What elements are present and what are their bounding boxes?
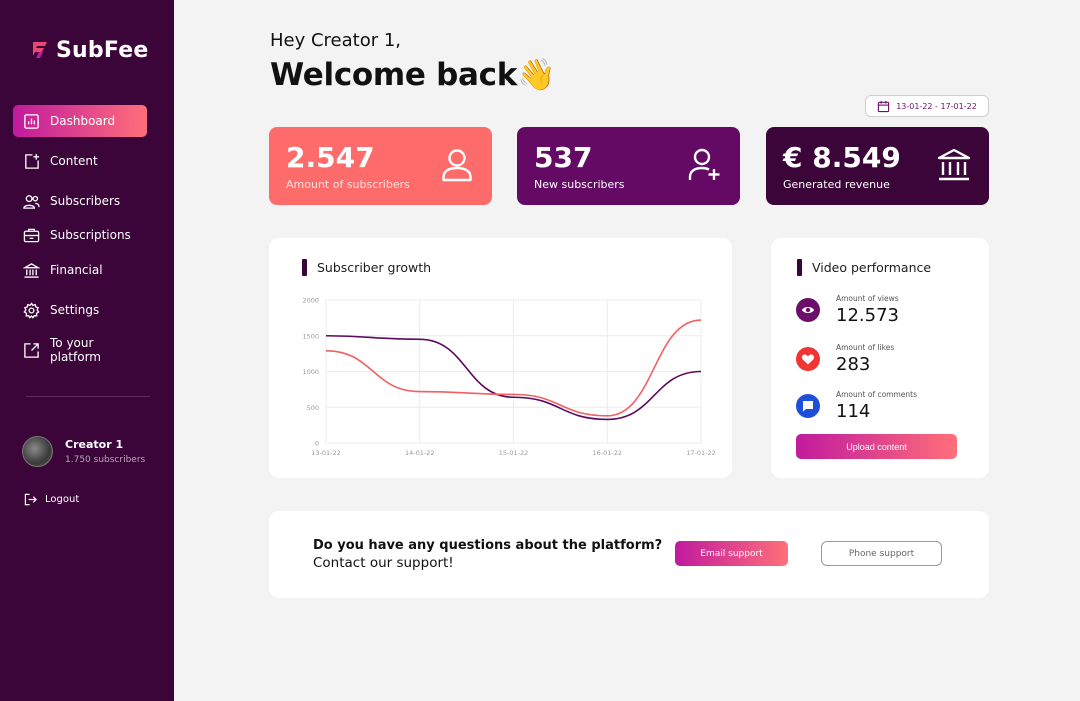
sidebar-item-subscriptions[interactable]: Subscriptions bbox=[13, 219, 147, 251]
sidebar: SubFee Dashboard Content Subscribers Sub… bbox=[0, 0, 174, 701]
greeting: Hey Creator 1, bbox=[270, 30, 402, 51]
date-range-label: 13-01-22 - 17-01-22 bbox=[896, 101, 977, 111]
y-tick-label: 500 bbox=[307, 404, 319, 412]
perf-value: 283 bbox=[836, 354, 871, 375]
upload-content-button[interactable]: Upload content bbox=[796, 434, 957, 459]
stat-value: 537 bbox=[534, 141, 593, 174]
sidebar-item-platform[interactable]: To your platform bbox=[13, 334, 147, 366]
sidebar-divider bbox=[26, 396, 150, 397]
profile-subscribers: 1.750 subscribers bbox=[65, 455, 146, 465]
stat-card-subscribers: 2.547 Amount of subscribers bbox=[269, 127, 492, 205]
title-accent-bar bbox=[797, 259, 802, 276]
logout-button[interactable]: Logout bbox=[24, 493, 79, 506]
support-card: Do you have any questions about the plat… bbox=[269, 511, 989, 598]
avatar bbox=[22, 436, 53, 467]
x-tick-label: 16-01-22 bbox=[592, 449, 622, 457]
sidebar-item-label: Subscriptions bbox=[50, 228, 131, 242]
sidebar-item-content[interactable]: Content bbox=[13, 145, 147, 177]
perf-label: Amount of comments bbox=[836, 390, 918, 399]
support-question: Do you have any questions about the plat… bbox=[313, 538, 663, 553]
sidebar-item-label: Financial bbox=[50, 263, 103, 277]
user-plus-icon bbox=[688, 148, 720, 180]
sidebar-item-financial[interactable]: Financial bbox=[13, 254, 147, 286]
sidebar-item-subscribers[interactable]: Subscribers bbox=[13, 185, 147, 217]
perf-label: Amount of likes bbox=[836, 343, 895, 352]
briefcase-icon bbox=[23, 228, 40, 242]
logo[interactable]: SubFee bbox=[30, 38, 148, 63]
x-tick-label: 14-01-22 bbox=[405, 449, 435, 457]
bank-icon bbox=[23, 262, 40, 278]
add-content-icon bbox=[25, 153, 40, 169]
phone-support-button[interactable]: Phone support bbox=[821, 541, 942, 566]
x-tick-label: 17-01-22 bbox=[686, 449, 716, 457]
profile-name: Creator 1 bbox=[65, 438, 124, 451]
sidebar-item-label: Settings bbox=[50, 303, 100, 317]
y-tick-label: 0 bbox=[315, 440, 319, 448]
perf-value: 114 bbox=[836, 401, 871, 422]
sidebar-item-label: To your platform bbox=[50, 336, 101, 364]
sidebar-item-label: Subscribers bbox=[50, 194, 121, 208]
perf-label: Amount of views bbox=[836, 294, 899, 303]
subscriber-growth-chart: 2000 1500 1000 500 013-01-22 14-01-22 15-01-22… bbox=[302, 297, 716, 458]
eye-icon bbox=[802, 307, 814, 313]
stat-label: New subscribers bbox=[534, 178, 625, 191]
support-cta: Contact our support! bbox=[313, 555, 454, 571]
calendar-icon bbox=[878, 100, 890, 112]
y-tick-label: 1000 bbox=[302, 368, 319, 376]
stat-value: € 8.549 bbox=[783, 141, 901, 174]
sidebar-item-label: Content bbox=[50, 154, 98, 168]
sidebar-item-dashboard[interactable]: Dashboard bbox=[13, 105, 147, 137]
gear-icon bbox=[23, 301, 40, 319]
sidebar-item-label: Dashboard bbox=[50, 114, 116, 128]
logo-icon bbox=[33, 41, 47, 58]
page-title: Welcome back👋 bbox=[270, 57, 556, 93]
stat-value: 2.547 bbox=[286, 141, 375, 174]
y-tick-label: 1500 bbox=[302, 332, 319, 340]
perf-value: 12.573 bbox=[836, 305, 899, 326]
stat-label: Amount of subscribers bbox=[286, 178, 410, 191]
logout-label: Logout bbox=[45, 494, 80, 505]
stat-card-revenue: € 8.549 Generated revenue bbox=[766, 127, 989, 205]
video-performance-card: Video performance Amount of views 12.573… bbox=[771, 238, 989, 478]
views-badge bbox=[796, 298, 820, 322]
users-icon bbox=[23, 194, 40, 209]
stat-label: Generated revenue bbox=[783, 178, 890, 191]
perf-row-comments: Amount of comments 114 bbox=[796, 390, 917, 422]
stat-card-new-subscribers: 537 New subscribers bbox=[517, 127, 740, 205]
logo-text: SubFee bbox=[56, 38, 149, 63]
x-tick-label: 15-01-22 bbox=[499, 449, 529, 457]
perf-row-likes: Amount of likes 283 bbox=[796, 343, 894, 375]
date-range-picker[interactable]: 13-01-22 - 17-01-22 bbox=[865, 95, 989, 117]
heart-icon bbox=[801, 354, 815, 365]
user-icon bbox=[442, 149, 472, 182]
profile[interactable]: Creator 1 1.750 subscribers bbox=[22, 436, 145, 467]
card-title: Video performance bbox=[797, 259, 931, 276]
likes-badge bbox=[796, 347, 820, 371]
perf-row-views: Amount of views 12.573 bbox=[796, 294, 899, 326]
bank-icon bbox=[937, 148, 971, 181]
email-support-button[interactable]: Email support bbox=[675, 541, 788, 566]
comments-badge bbox=[796, 394, 820, 418]
subscriber-growth-card: Subscriber growth 2000 1500 1000 500 0 13-01-… bbox=[269, 238, 732, 478]
x-tick-label: 13-01-22 bbox=[311, 449, 341, 457]
logout-icon bbox=[24, 493, 37, 506]
y-tick-label: 2000 bbox=[302, 297, 319, 305]
external-link-icon bbox=[24, 342, 39, 358]
sidebar-item-settings[interactable]: Settings bbox=[13, 294, 147, 326]
perf-title: Video performance bbox=[812, 260, 932, 275]
bar-chart-icon bbox=[24, 113, 39, 129]
comment-icon bbox=[803, 401, 813, 412]
